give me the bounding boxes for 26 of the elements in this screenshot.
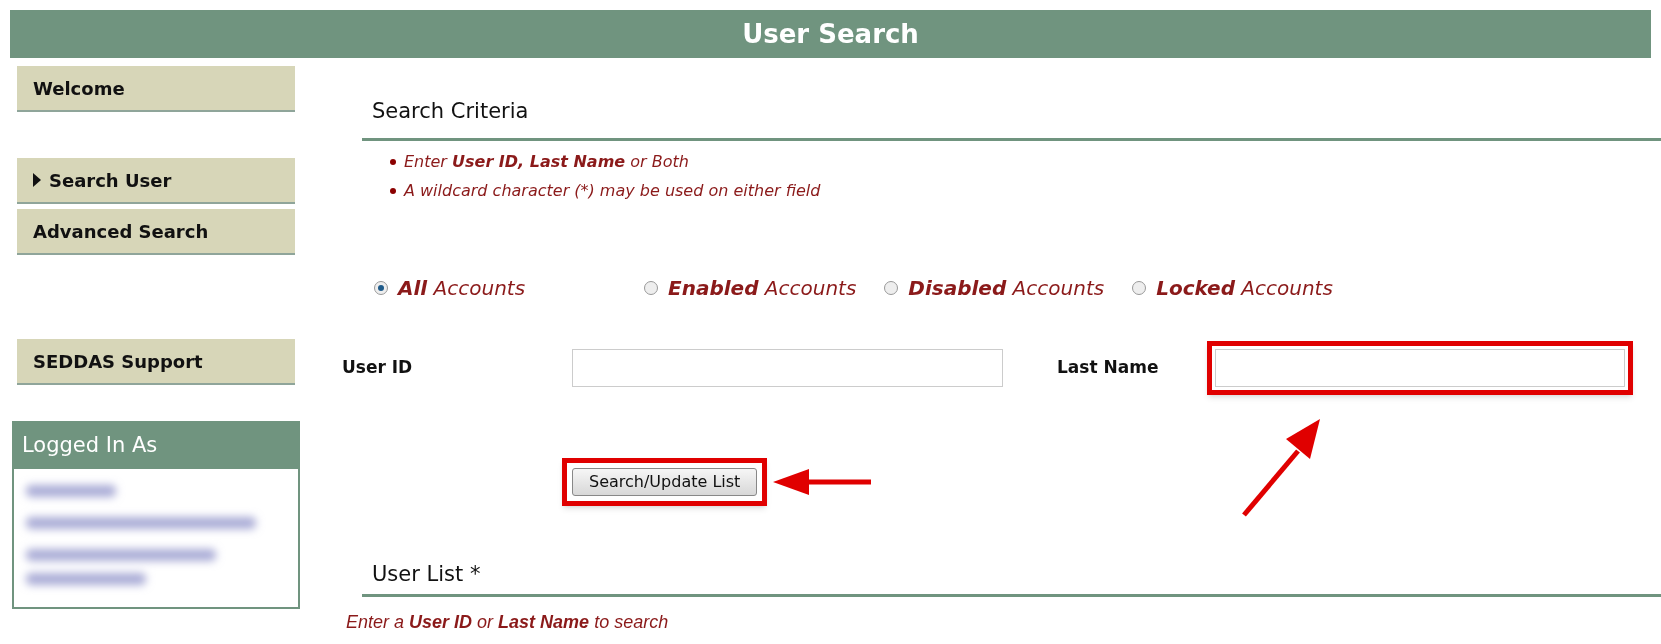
bullet-icon (390, 188, 396, 194)
sidebar-item[interactable]: Search User (17, 158, 295, 204)
hint-text: Enter User ID, Last Name or Both (404, 151, 689, 173)
sidebar-item[interactable]: Welcome (17, 66, 295, 112)
sidebar-item[interactable]: SEDDAS Support (17, 339, 295, 385)
page-title: User Search (742, 17, 919, 51)
input-field[interactable] (572, 349, 1003, 387)
input-field[interactable] (1215, 349, 1625, 387)
section-title: Search Criteria (372, 98, 529, 125)
radio-button[interactable] (1132, 281, 1147, 295)
radio-label: Locked Accounts (1156, 275, 1333, 302)
radio-button[interactable] (374, 281, 388, 295)
bullet-icon (390, 159, 396, 165)
radio-button[interactable] (884, 281, 899, 295)
panel-title: Logged In As (22, 432, 158, 460)
search-button[interactable]: Search/Update List (572, 468, 758, 496)
section-title: User List * (372, 562, 481, 586)
field-label: Last Name (1057, 356, 1160, 380)
radio-label: Enabled Accounts (668, 275, 857, 302)
radio-label: Disabled Accounts (908, 275, 1105, 302)
sidebar-item[interactable]: Advanced Search (17, 209, 295, 255)
radio-label: All Accounts (398, 275, 526, 302)
hint-text: A wildcard character (*) may be used on either field (404, 180, 821, 202)
field-label: User ID (342, 356, 414, 380)
radio-button[interactable] (644, 281, 658, 295)
info-message: Enter a User ID or Last Name to search (346, 612, 669, 632)
